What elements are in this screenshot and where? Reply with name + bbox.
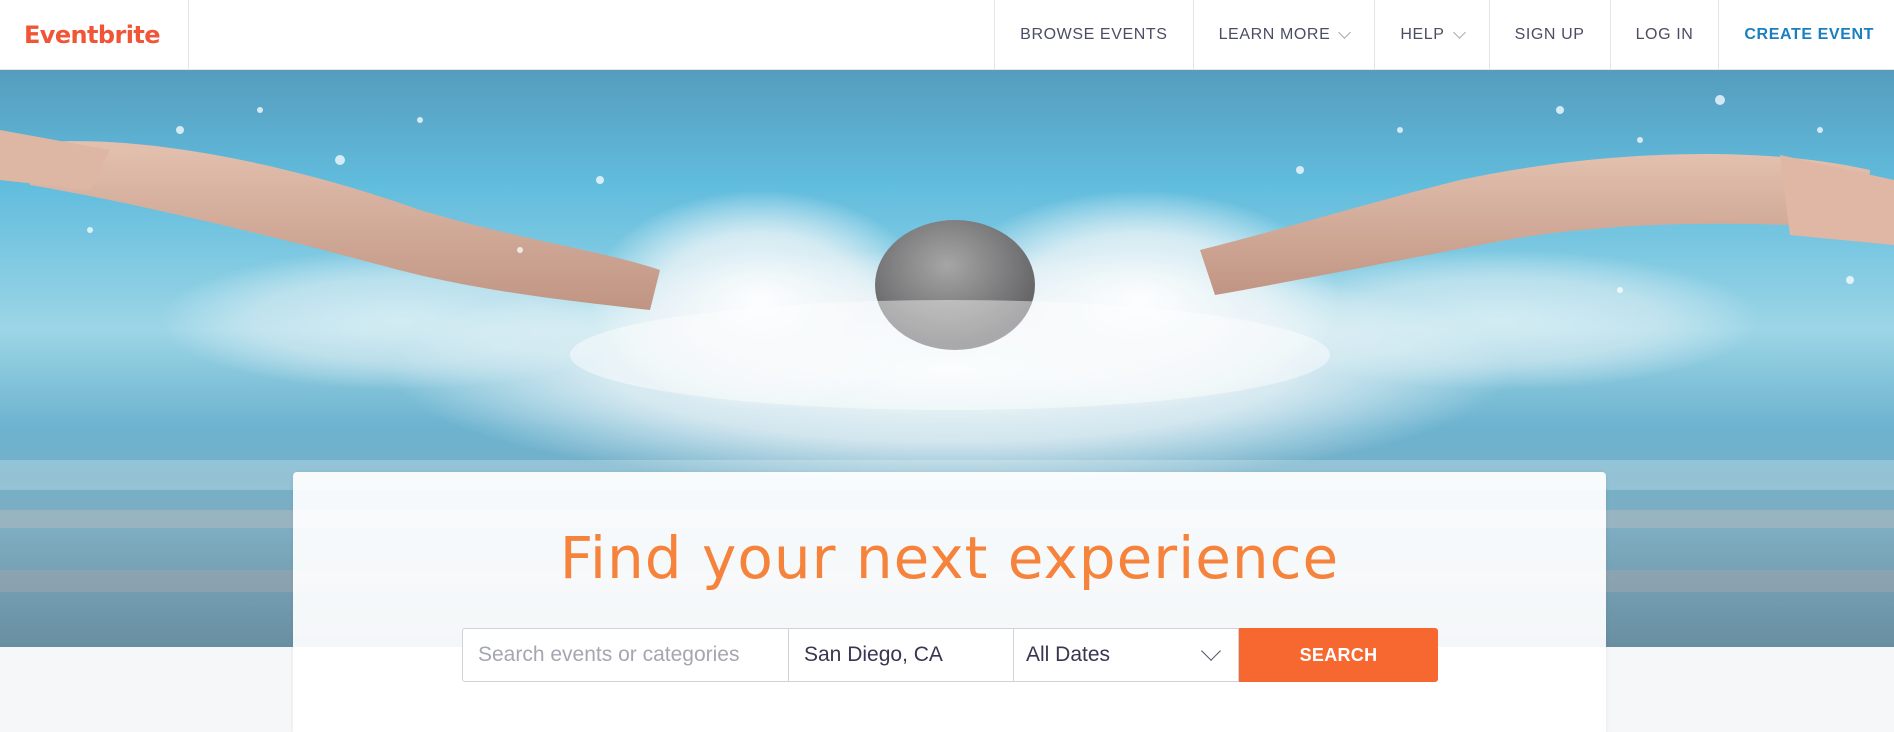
nav-sign-up[interactable]: SIGN UP bbox=[1488, 0, 1610, 70]
logo-container[interactable]: Eventbrite bbox=[0, 0, 189, 70]
nav-learn-more[interactable]: LEARN MORE bbox=[1192, 0, 1375, 70]
search-title: Find your next experience bbox=[559, 524, 1340, 592]
nav-help[interactable]: HELP bbox=[1374, 0, 1488, 70]
eventbrite-logo[interactable]: Eventbrite bbox=[24, 21, 160, 49]
chevron-down-icon bbox=[1201, 641, 1221, 661]
nav-log-in[interactable]: LOG IN bbox=[1609, 0, 1719, 70]
search-button[interactable]: SEARCH bbox=[1239, 628, 1438, 682]
main-nav: BROWSE EVENTS LEARN MORE HELP SIGN UP LO… bbox=[994, 0, 1894, 70]
nav-create-event[interactable]: CREATE EVENT bbox=[1718, 0, 1894, 70]
nav-log-in-label: LOG IN bbox=[1635, 26, 1694, 43]
top-header: Eventbrite BROWSE EVENTS LEARN MORE HELP… bbox=[0, 0, 1894, 70]
nav-sign-up-label: SIGN UP bbox=[1514, 26, 1585, 43]
chevron-down-icon bbox=[1338, 26, 1352, 39]
search-card: Find your next experience San Diego, CA … bbox=[293, 472, 1606, 732]
location-value: San Diego, CA bbox=[804, 643, 943, 666]
nav-browse-events[interactable]: BROWSE EVENTS bbox=[994, 0, 1192, 70]
chevron-down-icon bbox=[1452, 26, 1466, 39]
nav-help-label: HELP bbox=[1400, 26, 1445, 43]
keyword-field[interactable] bbox=[462, 628, 789, 682]
nav-browse-events-label: BROWSE EVENTS bbox=[1020, 26, 1168, 43]
dates-value: All Dates bbox=[1026, 643, 1111, 666]
search-bar: San Diego, CA All Dates SEARCH bbox=[462, 628, 1438, 682]
header-spacer bbox=[189, 0, 994, 69]
nav-create-event-label: CREATE EVENT bbox=[1744, 26, 1874, 43]
location-field[interactable]: San Diego, CA bbox=[789, 628, 1014, 682]
nav-learn-more-label: LEARN MORE bbox=[1218, 26, 1331, 43]
dates-select[interactable]: All Dates bbox=[1014, 628, 1239, 682]
search-input[interactable] bbox=[478, 643, 773, 667]
